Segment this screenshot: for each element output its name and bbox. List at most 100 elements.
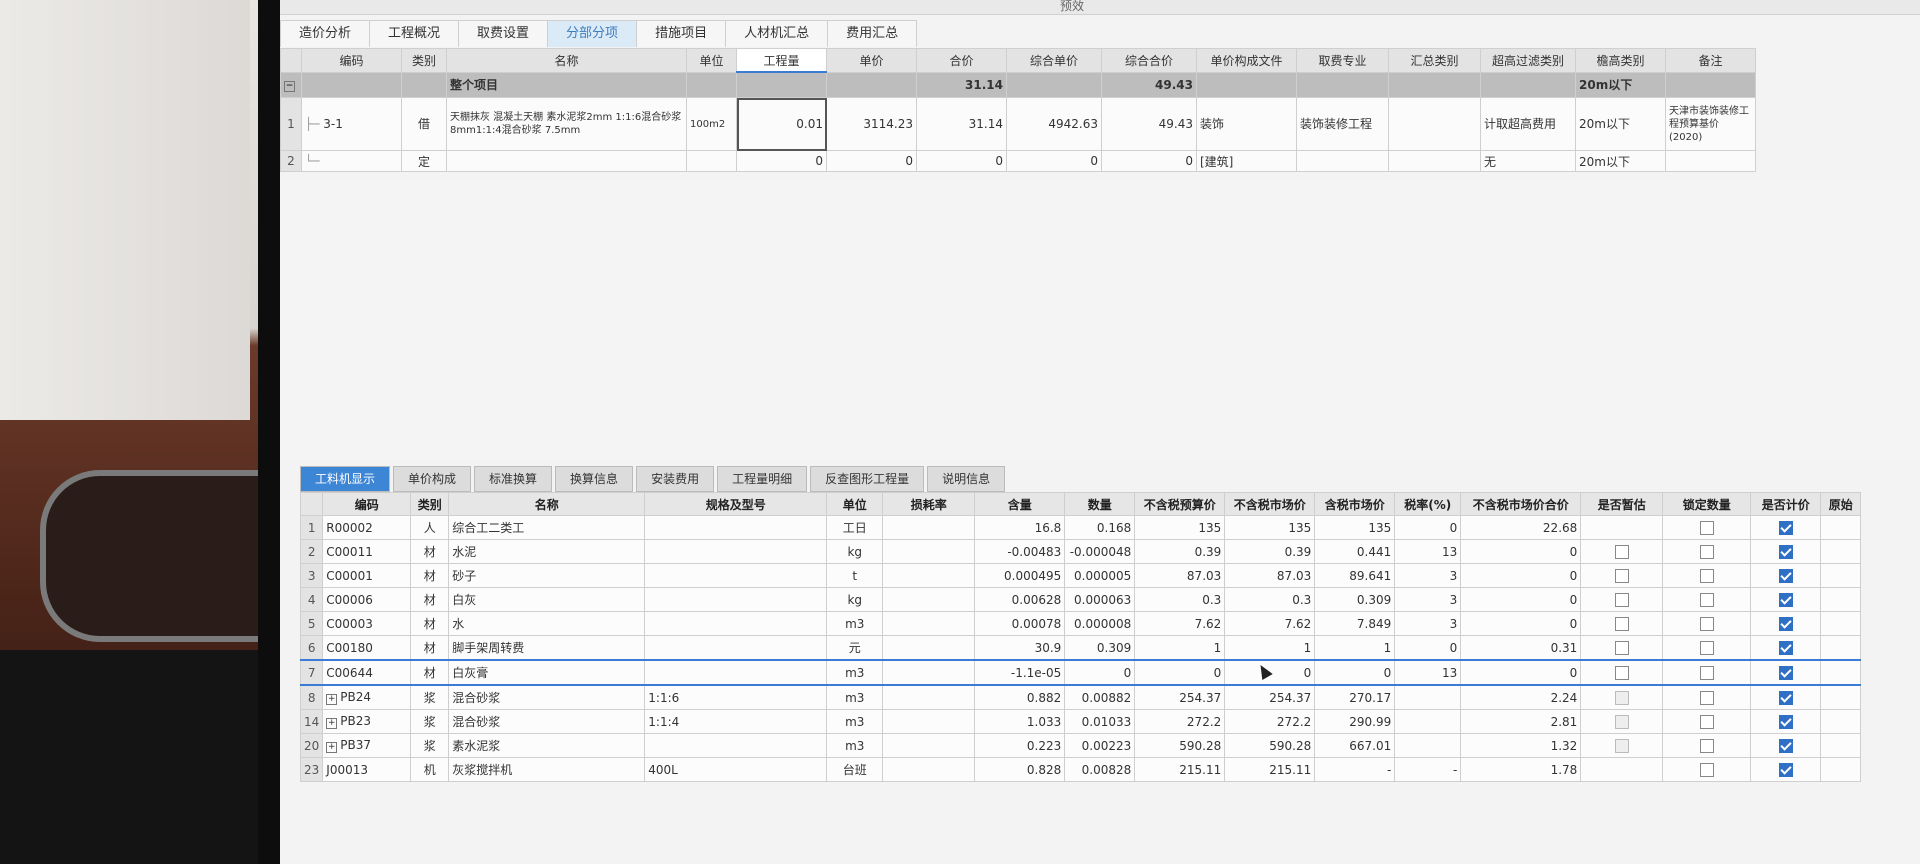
row-market-price-tax[interactable]: 0.309 [1314, 587, 1396, 612]
row-unit[interactable]: m3 [826, 659, 884, 686]
header-fee-major[interactable]: 取费专业 [1296, 48, 1389, 73]
checkbox-icon[interactable] [1614, 665, 1629, 680]
row-content[interactable]: 0.828 [974, 757, 1066, 782]
row-unit-price[interactable]: 3114.23 [826, 97, 917, 151]
header-quantity[interactable]: 数量 [1064, 492, 1136, 516]
row-lock-quantity[interactable] [1662, 757, 1752, 782]
row-is-estimate[interactable] [1580, 659, 1664, 686]
row-name[interactable]: 混合砂浆 [448, 684, 646, 710]
row-quantity[interactable]: 0.000005 [1064, 563, 1136, 588]
row-market-price[interactable]: 0.39 [1224, 539, 1316, 564]
checkbox-checked-icon[interactable] [1778, 520, 1793, 535]
row-original[interactable] [1820, 611, 1862, 636]
row-name[interactable]: 灰浆搅拌机 [448, 757, 646, 782]
row-content[interactable]: -0.00483 [974, 539, 1066, 564]
table-row[interactable]: 7 C00644 材白灰膏 m3 -1.1e-05 0 0 0 0 13 0 [299, 659, 1862, 686]
header-content[interactable]: 含量 [974, 492, 1066, 516]
row-content[interactable]: 0.882 [974, 684, 1066, 710]
checkbox-icon[interactable] [1614, 568, 1629, 583]
checkbox-checked-icon[interactable] [1778, 762, 1793, 777]
row-content[interactable]: 16.8 [974, 515, 1066, 540]
checkbox-icon[interactable] [1699, 616, 1714, 631]
tab-fee-settings[interactable]: 取费设置 [458, 20, 549, 47]
row-code[interactable]: + PB24 [322, 684, 412, 710]
row-market-total[interactable]: 22.68 [1460, 515, 1582, 540]
checkbox-checked-icon[interactable] [1778, 640, 1793, 655]
row-tax-rate[interactable]: 13 [1394, 659, 1462, 686]
row-number[interactable]: 7 [299, 659, 324, 686]
tab-labor-material-summary[interactable]: 人材机汇总 [725, 20, 829, 47]
table-row[interactable]: 2 C00011 材水泥 kg -0.00483 -0.000048 0.39 0.39 0.4… [299, 539, 1862, 564]
table-row[interactable]: 4 C00006 材白灰 kg 0.00628 0.000063 0.3 0.3 0.309 3 0 [299, 587, 1862, 612]
minus-icon[interactable]: − [284, 81, 295, 93]
row-number[interactable]: 2 [280, 150, 302, 172]
row-quantity[interactable]: 0.00882 [1064, 684, 1136, 710]
row-is-priced[interactable] [1750, 611, 1822, 636]
row-original[interactable] [1820, 733, 1862, 758]
row-spec[interactable]: 1:1:6 [644, 684, 828, 710]
header-code[interactable]: 编码 [322, 492, 412, 516]
row-market-price-tax[interactable]: 7.849 [1314, 611, 1396, 636]
table-row[interactable]: 5 C00003 材水 m3 0.00078 0.000008 7.62 7.62 7.849 3… [299, 611, 1862, 636]
row-spec[interactable] [644, 733, 828, 758]
row-number[interactable]: 23 [299, 757, 324, 782]
row-type[interactable]: 材 [410, 539, 450, 564]
expand-plus-icon[interactable]: + [326, 718, 338, 729]
row-lock-quantity[interactable] [1662, 611, 1752, 636]
row-is-priced[interactable] [1750, 539, 1822, 564]
row-market-total[interactable]: 0 [1460, 659, 1582, 686]
row-tax-rate[interactable]: 3 [1394, 611, 1462, 636]
row-loss-rate[interactable] [882, 757, 976, 782]
row-code[interactable]: C00003 [322, 611, 412, 636]
row-unit[interactable]: kg [826, 539, 884, 564]
row-name[interactable]: 白灰 [448, 587, 646, 612]
row-market-price-tax[interactable]: 0.441 [1314, 539, 1396, 564]
checkbox-icon[interactable] [1699, 520, 1714, 535]
collapse-toggle[interactable]: − [280, 71, 302, 98]
row-original[interactable] [1820, 515, 1862, 540]
row-code[interactable]: C00644 [322, 659, 412, 686]
row-type[interactable]: 材 [410, 635, 450, 661]
header-composite-total[interactable]: 综合合价 [1101, 48, 1197, 73]
row-budget-price[interactable]: 590.28 [1134, 733, 1226, 758]
row-quantity[interactable]: 0.01 [736, 97, 827, 151]
row-number[interactable]: 2 [299, 539, 324, 564]
row-market-price[interactable]: 87.03 [1224, 563, 1316, 588]
row-content[interactable]: 0.000495 [974, 563, 1066, 588]
row-content[interactable]: 0.223 [974, 733, 1066, 758]
row-remark[interactable] [1665, 150, 1756, 172]
row-code[interactable]: ├─ 3-1 [301, 97, 402, 151]
row-summary-type[interactable] [1388, 97, 1481, 151]
row-spec[interactable] [644, 635, 828, 661]
row-loss-rate[interactable] [882, 709, 976, 734]
row-quantity[interactable]: -0.000048 [1064, 539, 1136, 564]
tab-fee-summary[interactable]: 费用汇总 [827, 20, 918, 47]
checkbox-icon[interactable] [1699, 738, 1714, 753]
row-summary-type[interactable] [1388, 150, 1481, 172]
row-loss-rate[interactable] [882, 684, 976, 710]
row-name[interactable]: 白灰膏 [448, 659, 646, 686]
row-spec[interactable]: 400L [644, 757, 828, 782]
table-row[interactable]: 1 ├─ 3-1 借 天棚抹灰 混凝土天棚 素水泥浆2mm 1:1:6混合砂浆 … [280, 97, 1756, 151]
row-is-estimate[interactable] [1580, 635, 1664, 661]
row-budget-price[interactable]: 272.2 [1134, 709, 1226, 734]
row-budget-price[interactable]: 0.3 [1134, 587, 1226, 612]
row-budget-price[interactable]: 87.03 [1134, 563, 1226, 588]
row-market-price-tax[interactable]: 0 [1314, 659, 1396, 686]
row-market-total[interactable]: 0 [1460, 539, 1582, 564]
row-market-total[interactable]: 2.24 [1460, 684, 1582, 710]
row-budget-price[interactable]: 0.39 [1134, 539, 1226, 564]
row-budget-price[interactable]: 135 [1134, 515, 1226, 540]
row-unit[interactable]: 工日 [826, 515, 884, 540]
row-is-estimate[interactable] [1580, 587, 1664, 612]
row-quantity[interactable]: 0.00223 [1064, 733, 1136, 758]
row-market-price-tax[interactable]: 135 [1314, 515, 1396, 540]
row-type[interactable]: 机 [410, 757, 450, 782]
row-is-priced[interactable] [1750, 709, 1822, 734]
row-tax-rate[interactable]: 3 [1394, 587, 1462, 612]
row-composite-price[interactable]: 4942.63 [1006, 97, 1102, 151]
checkbox-icon[interactable] [1699, 714, 1714, 729]
checkbox-icon[interactable] [1699, 592, 1714, 607]
row-is-priced[interactable] [1750, 563, 1822, 588]
header-name[interactable]: 名称 [446, 48, 687, 73]
